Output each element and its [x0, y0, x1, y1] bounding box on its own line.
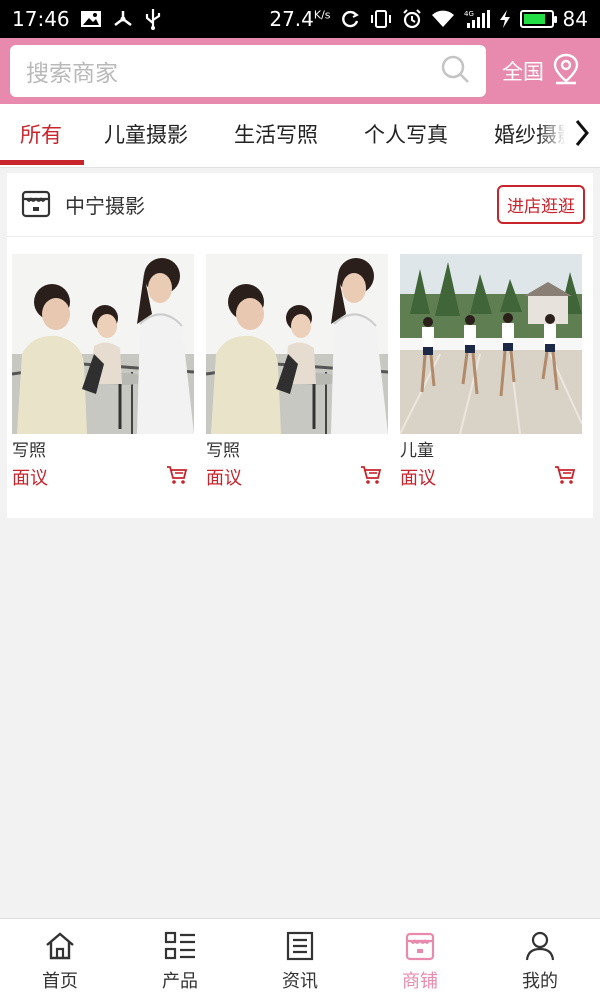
status-time: 17:46: [12, 7, 70, 31]
product-price: 面议: [12, 468, 48, 489]
product-item[interactable]: 儿童 面议: [400, 254, 582, 490]
visit-store-button[interactable]: 进店逛逛: [497, 185, 585, 224]
add-to-cart-icon[interactable]: [360, 465, 382, 489]
profile-icon: [524, 929, 556, 963]
charging-icon: [499, 9, 511, 29]
store-name: 中宁摄影: [65, 194, 145, 218]
battery-icon: [519, 10, 557, 28]
product-name: 写照: [12, 441, 46, 461]
nav-label: 我的: [522, 971, 558, 992]
wifi-icon: [431, 9, 455, 29]
store-icon: [21, 188, 51, 222]
status-bar: 17:46 27.4K/s 4G 84: [0, 0, 600, 38]
store-card: 中宁摄影 进店逛逛 写照 面议 写照 面议 儿童 面议: [7, 173, 593, 518]
product-price: 面议: [400, 468, 436, 489]
network-speed: 27.4K/s: [269, 7, 331, 31]
tab-all[interactable]: 所有: [20, 104, 62, 168]
svg-text:4G: 4G: [464, 10, 474, 18]
nav-home[interactable]: 首页: [0, 919, 120, 1000]
nav-stores[interactable]: 商铺: [360, 919, 480, 1000]
chevron-right-icon: [573, 118, 591, 152]
signal-4g-icon: 4G: [464, 9, 490, 29]
add-to-cart-icon[interactable]: [166, 465, 188, 489]
tab-scroll-right-button[interactable]: [564, 104, 600, 166]
search-header: 搜索商家 全国: [0, 38, 600, 104]
active-tab-indicator: [0, 160, 84, 165]
nav-label: 商铺: [402, 971, 438, 992]
product-name: 写照: [206, 441, 240, 461]
battery-percent: 84: [562, 7, 588, 31]
bottom-nav: 首页 产品 资讯 商铺 我的: [0, 918, 600, 1000]
home-icon: [44, 929, 76, 963]
nav-profile[interactable]: 我的: [480, 919, 600, 1000]
product-list: 写照 面议 写照 面议 儿童 面议: [7, 237, 593, 518]
region-selector[interactable]: 全国: [502, 53, 580, 90]
nav-products[interactable]: 产品: [120, 919, 240, 1000]
nav-label: 首页: [42, 971, 78, 992]
tab-children-photography[interactable]: 儿童摄影: [104, 104, 188, 168]
tab-lifestyle-photos[interactable]: 生活写照: [234, 104, 318, 168]
news-icon: [284, 929, 316, 963]
category-tabs: 所有 儿童摄影 生活写照 个人写真 婚纱摄影: [0, 104, 600, 168]
product-name: 儿童: [400, 441, 434, 461]
product-price: 面议: [206, 468, 242, 489]
search-placeholder: 搜索商家: [26, 61, 118, 87]
nav-news[interactable]: 资讯: [240, 919, 360, 1000]
sync-icon: [340, 9, 360, 29]
search-icon[interactable]: [440, 54, 470, 88]
share-icon: [112, 9, 134, 29]
product-image-women-cafe[interactable]: [12, 254, 194, 434]
product-image-children-running[interactable]: [400, 254, 582, 434]
location-pin-icon: [552, 53, 580, 90]
region-label: 全国: [502, 60, 544, 84]
alarm-icon: [402, 9, 422, 29]
add-to-cart-icon[interactable]: [554, 465, 576, 489]
tab-personal-portrait[interactable]: 个人写真: [364, 104, 448, 168]
vibrate-icon: [369, 9, 393, 29]
usb-icon: [144, 8, 162, 30]
nav-label: 资讯: [282, 971, 318, 992]
product-image-women-cafe[interactable]: [206, 254, 388, 434]
product-list-icon: [164, 929, 196, 963]
product-item[interactable]: 写照 面议: [12, 254, 194, 490]
store-icon: [404, 929, 436, 963]
gallery-icon: [80, 10, 102, 28]
store-header: 中宁摄影 进店逛逛: [7, 173, 593, 237]
product-item[interactable]: 写照 面议: [206, 254, 388, 490]
nav-label: 产品: [162, 971, 198, 992]
search-input[interactable]: 搜索商家: [10, 45, 486, 97]
tab-scroll-fade: [538, 104, 566, 166]
